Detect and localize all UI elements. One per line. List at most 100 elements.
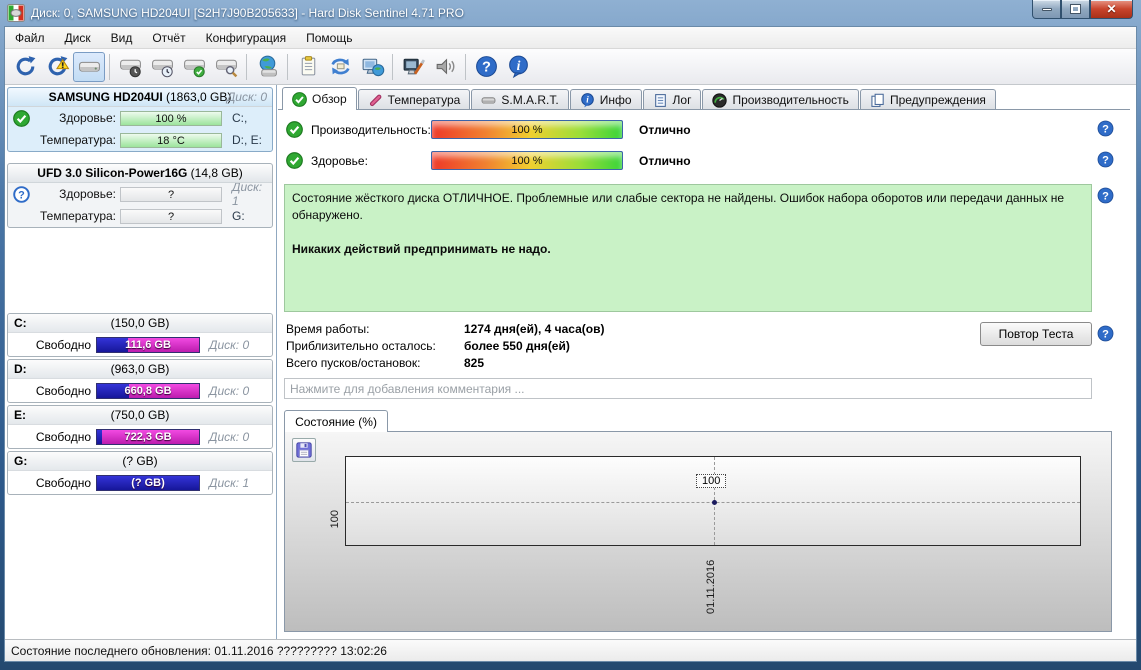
network-disks-button[interactable] bbox=[251, 52, 283, 82]
disk-overview-button[interactable] bbox=[73, 52, 105, 82]
disk-name: UFD 3.0 Silicon-Power16G bbox=[37, 166, 187, 180]
toolbar-separator bbox=[246, 54, 247, 80]
performance-row: Производительность: 100 % Отлично bbox=[286, 120, 691, 139]
disk-icon bbox=[77, 54, 102, 79]
help-icon[interactable]: ? bbox=[1096, 324, 1115, 343]
chart-tab-status[interactable]: Состояние (%) bbox=[284, 410, 388, 432]
free-label: Свободно bbox=[13, 430, 91, 444]
tab-label: Лог bbox=[673, 93, 692, 107]
partition-item-e[interactable]: (750,0 GB) E: Свободно 722,3 GB Диск: 0 bbox=[7, 405, 273, 449]
free-label: Свободно bbox=[13, 338, 91, 352]
tab-label: Инфо bbox=[600, 93, 632, 107]
svg-text:?: ? bbox=[1102, 154, 1109, 166]
disk-number: Диск: 1 bbox=[226, 180, 267, 208]
disk-selftest-ok-button[interactable] bbox=[178, 52, 210, 82]
gauge-icon bbox=[712, 93, 727, 108]
menu-help[interactable]: Помощь bbox=[296, 28, 362, 48]
retest-button[interactable]: Повтор Теста bbox=[980, 322, 1092, 346]
temp-label: Температура: bbox=[34, 209, 116, 223]
send-report-button[interactable] bbox=[324, 52, 356, 82]
disk-extended-test-button[interactable] bbox=[146, 52, 178, 82]
temp-bar: ? bbox=[120, 209, 222, 224]
settings-button[interactable] bbox=[397, 52, 429, 82]
status-message-box: Состояние жёсткого диска ОТЛИЧНОЕ. Пробл… bbox=[284, 184, 1092, 312]
tab-info[interactable]: i Инфо bbox=[570, 89, 642, 110]
disk-surface-test-button[interactable] bbox=[210, 52, 242, 82]
partition-item-c[interactable]: (150,0 GB) C: Свободно 111,6 GB Диск: 0 bbox=[7, 313, 273, 357]
tab-temperature[interactable]: Температура bbox=[358, 89, 471, 110]
tab-overview[interactable]: Обзор bbox=[282, 87, 357, 110]
alerts-refresh-button[interactable] bbox=[41, 52, 73, 82]
sync-mail-icon bbox=[328, 54, 353, 79]
toolbar: ? i bbox=[5, 49, 1136, 85]
help-icon[interactable]: ? bbox=[1096, 119, 1115, 138]
refresh-button[interactable] bbox=[9, 52, 41, 82]
tab-smart[interactable]: S.M.A.R.T. bbox=[471, 89, 568, 110]
tab-log[interactable]: Лог bbox=[643, 89, 702, 110]
partition-letter: E: bbox=[14, 408, 26, 422]
menu-file[interactable]: Файл bbox=[5, 28, 55, 48]
unknown-health-icon: ? bbox=[13, 186, 30, 203]
drive-letters: G: bbox=[226, 209, 267, 223]
disk-temp-row: Температура: ? G: bbox=[8, 205, 272, 227]
partition-letter: G: bbox=[14, 454, 27, 468]
partition-item-d[interactable]: (963,0 GB) D: Свободно 660,8 GB Диск: 0 bbox=[7, 359, 273, 403]
disk-item-samsung[interactable]: SAMSUNG HD204UI (1863,0 GB) Диск: 0 Здор… bbox=[7, 87, 273, 152]
help-button[interactable]: ? bbox=[470, 52, 502, 82]
disk-health-row: Здоровье: 100 % C:, bbox=[8, 107, 272, 129]
health-history-chart: 100 100 01.11.2016 bbox=[284, 431, 1112, 632]
tab-alerts[interactable]: Предупреждения bbox=[860, 89, 996, 110]
y-axis-tick: 100 bbox=[329, 510, 341, 528]
report-button[interactable] bbox=[292, 52, 324, 82]
help-icon[interactable]: ? bbox=[1096, 186, 1115, 205]
remote-monitoring-button[interactable] bbox=[356, 52, 388, 82]
partition-item-g[interactable]: (? GB) G: Свободно (? GB) Диск: 1 bbox=[7, 451, 273, 495]
sounds-button[interactable] bbox=[429, 52, 461, 82]
partition-letter: D: bbox=[14, 362, 27, 376]
svg-text:i: i bbox=[516, 58, 520, 73]
window-title: Диск: 0, SAMSUNG HD204UI [S2H7J90B205633… bbox=[31, 6, 464, 20]
save-floppy-icon bbox=[295, 441, 313, 459]
menu-configuration[interactable]: Конфигурация bbox=[196, 28, 297, 48]
stat-row-lifetime: Приблизительно осталось: более 550 дня(е… bbox=[286, 339, 570, 353]
stat-value: 825 bbox=[464, 356, 484, 370]
restore-button[interactable] bbox=[1061, 0, 1090, 19]
content-area: Обзор Температура S.M.A.R.T. i Инфо bbox=[278, 85, 1136, 639]
partition-disk-number: Диск: 0 bbox=[205, 338, 267, 352]
svg-text:?: ? bbox=[18, 189, 25, 201]
svg-text:?: ? bbox=[482, 60, 491, 76]
tab-label: S.M.A.R.T. bbox=[501, 93, 558, 107]
tab-performance[interactable]: Производительность bbox=[702, 89, 858, 110]
partition-free-row: Свободно 111,6 GB Диск: 0 bbox=[8, 333, 272, 356]
menu-disk[interactable]: Диск bbox=[55, 28, 101, 48]
free-space-bar: 660,8 GB bbox=[96, 383, 200, 399]
toolbar-separator bbox=[465, 54, 466, 80]
free-space-value: 111,6 GB bbox=[97, 338, 199, 353]
partition-disk-number: Диск: 0 bbox=[205, 430, 267, 444]
data-point bbox=[712, 500, 717, 505]
partition-size: (963,0 GB) bbox=[8, 360, 272, 379]
svg-text:?: ? bbox=[1102, 190, 1109, 202]
menu-report[interactable]: Отчёт bbox=[142, 28, 195, 48]
health-label: Здоровье: bbox=[311, 154, 423, 168]
menu-view[interactable]: Вид bbox=[101, 28, 143, 48]
disk-temp-row: Температура: 18 °C D:, E: bbox=[8, 129, 272, 151]
disk-short-test-button[interactable] bbox=[114, 52, 146, 82]
close-button[interactable]: ✕ bbox=[1090, 0, 1133, 19]
app-window: Диск: 0, SAMSUNG HD204UI [S2H7J90B205633… bbox=[0, 0, 1141, 670]
help-icon[interactable]: ? bbox=[1096, 150, 1115, 169]
partition-header: (150,0 GB) C: bbox=[8, 314, 272, 333]
minimize-button[interactable] bbox=[1032, 0, 1061, 19]
disk-sidebar: SAMSUNG HD204UI (1863,0 GB) Диск: 0 Здор… bbox=[5, 85, 277, 639]
tab-bar: Обзор Температура S.M.A.R.T. i Инфо bbox=[282, 87, 997, 110]
status-text: Состояние последнего обновления: 01.11.2… bbox=[11, 644, 387, 658]
comment-input[interactable] bbox=[284, 378, 1092, 399]
about-button[interactable]: i bbox=[502, 52, 534, 82]
main-area: SAMSUNG HD204UI (1863,0 GB) Диск: 0 Здор… bbox=[5, 85, 1136, 639]
status-message-text: Состояние жёсткого диска ОТЛИЧНОЕ. Пробл… bbox=[292, 190, 1084, 225]
title-bar: Диск: 0, SAMSUNG HD204UI [S2H7J90B205633… bbox=[0, 0, 1141, 26]
save-chart-button[interactable] bbox=[292, 438, 316, 462]
stat-row-start-stop: Всего пусков/остановок: 825 bbox=[286, 356, 484, 370]
disk-health-row: ? Здоровье: ? Диск: 1 bbox=[8, 183, 272, 205]
disk-item-ufd[interactable]: UFD 3.0 Silicon-Power16G (14,8 GB) ? Здо… bbox=[7, 163, 273, 228]
